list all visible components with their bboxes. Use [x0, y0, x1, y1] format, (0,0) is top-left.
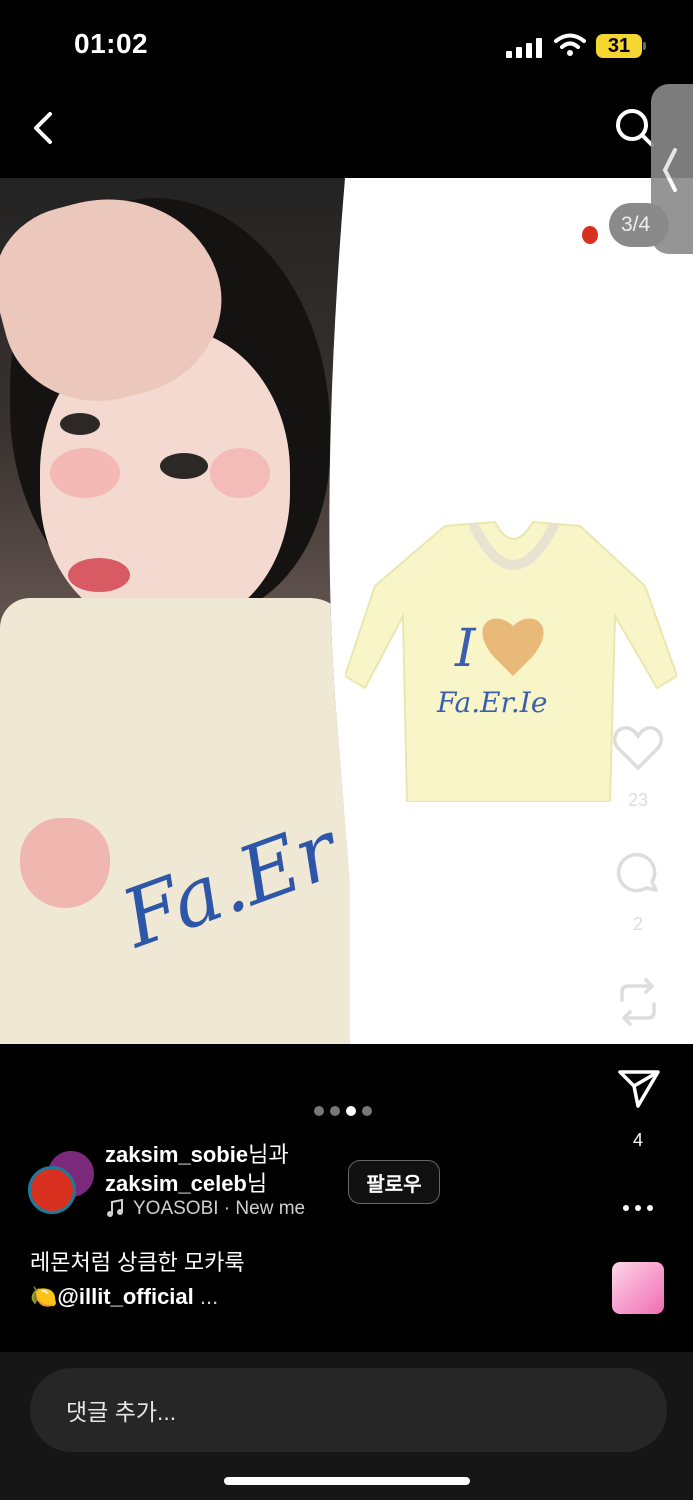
status-time: 01:02	[74, 28, 149, 59]
signal-icon	[506, 38, 542, 58]
product-print-i: I	[454, 619, 477, 679]
model-photo: Fa.Er	[0, 178, 350, 1044]
battery-icon: 31	[596, 34, 642, 58]
author-suffix-1: 님과	[248, 1142, 289, 1167]
carousel-counter: 3/4	[609, 203, 669, 247]
repost-icon[interactable]	[614, 976, 662, 1028]
mention-link[interactable]: @illit_official	[57, 1284, 193, 1309]
music-note-icon	[107, 1199, 123, 1217]
author-suffix-2: 님	[246, 1171, 268, 1196]
wifi-icon	[554, 33, 586, 56]
music-label: YOASOBI · New me	[133, 1198, 306, 1219]
page-dot	[330, 1106, 340, 1116]
follow-button[interactable]: 팔로우	[348, 1160, 440, 1204]
tag-badge[interactable]	[582, 226, 598, 244]
audio-thumbnail[interactable]	[612, 1262, 664, 1314]
author-name-2[interactable]: zaksim_celeb	[105, 1171, 247, 1196]
avatar[interactable]	[28, 1166, 76, 1214]
heart-icon[interactable]	[612, 724, 664, 772]
comment-count: 2	[632, 914, 643, 934]
more-link[interactable]: ...	[194, 1284, 218, 1309]
author-line-2[interactable]: zaksim_celeb님	[105, 1166, 267, 1198]
send-icon[interactable]	[616, 1066, 662, 1110]
page-dot-active	[346, 1106, 356, 1116]
like-count: 23	[627, 790, 649, 810]
more-options-icon[interactable]	[620, 1200, 656, 1216]
back-button[interactable]	[24, 106, 64, 150]
media-carousel[interactable]: Fa.Er I Fa.Er.Ie	[0, 178, 693, 1044]
comment-input[interactable]: 댓글 추가...	[30, 1368, 667, 1452]
caption-line-2: 🍋@illit_official ...	[30, 1284, 218, 1310]
battery-tip	[643, 42, 646, 50]
author-line-1[interactable]: zaksim_sobie님과	[105, 1137, 289, 1169]
share-count: 4	[632, 1130, 643, 1150]
page-dot	[362, 1106, 372, 1116]
author-name-1[interactable]: zaksim_sobie	[105, 1142, 248, 1167]
music-info[interactable]: YOASOBI · New me	[105, 1198, 305, 1220]
comment-icon[interactable]	[614, 850, 662, 898]
home-indicator[interactable]	[224, 1477, 470, 1485]
carousel-pagination	[314, 1106, 372, 1116]
lemon-emoji: 🍋	[30, 1284, 58, 1309]
product-print-text: Fa.Er.Ie	[436, 686, 547, 719]
page-dot	[314, 1106, 324, 1116]
caption-line-1: 레몬처럼 상큼한 모카룩	[30, 1250, 245, 1275]
